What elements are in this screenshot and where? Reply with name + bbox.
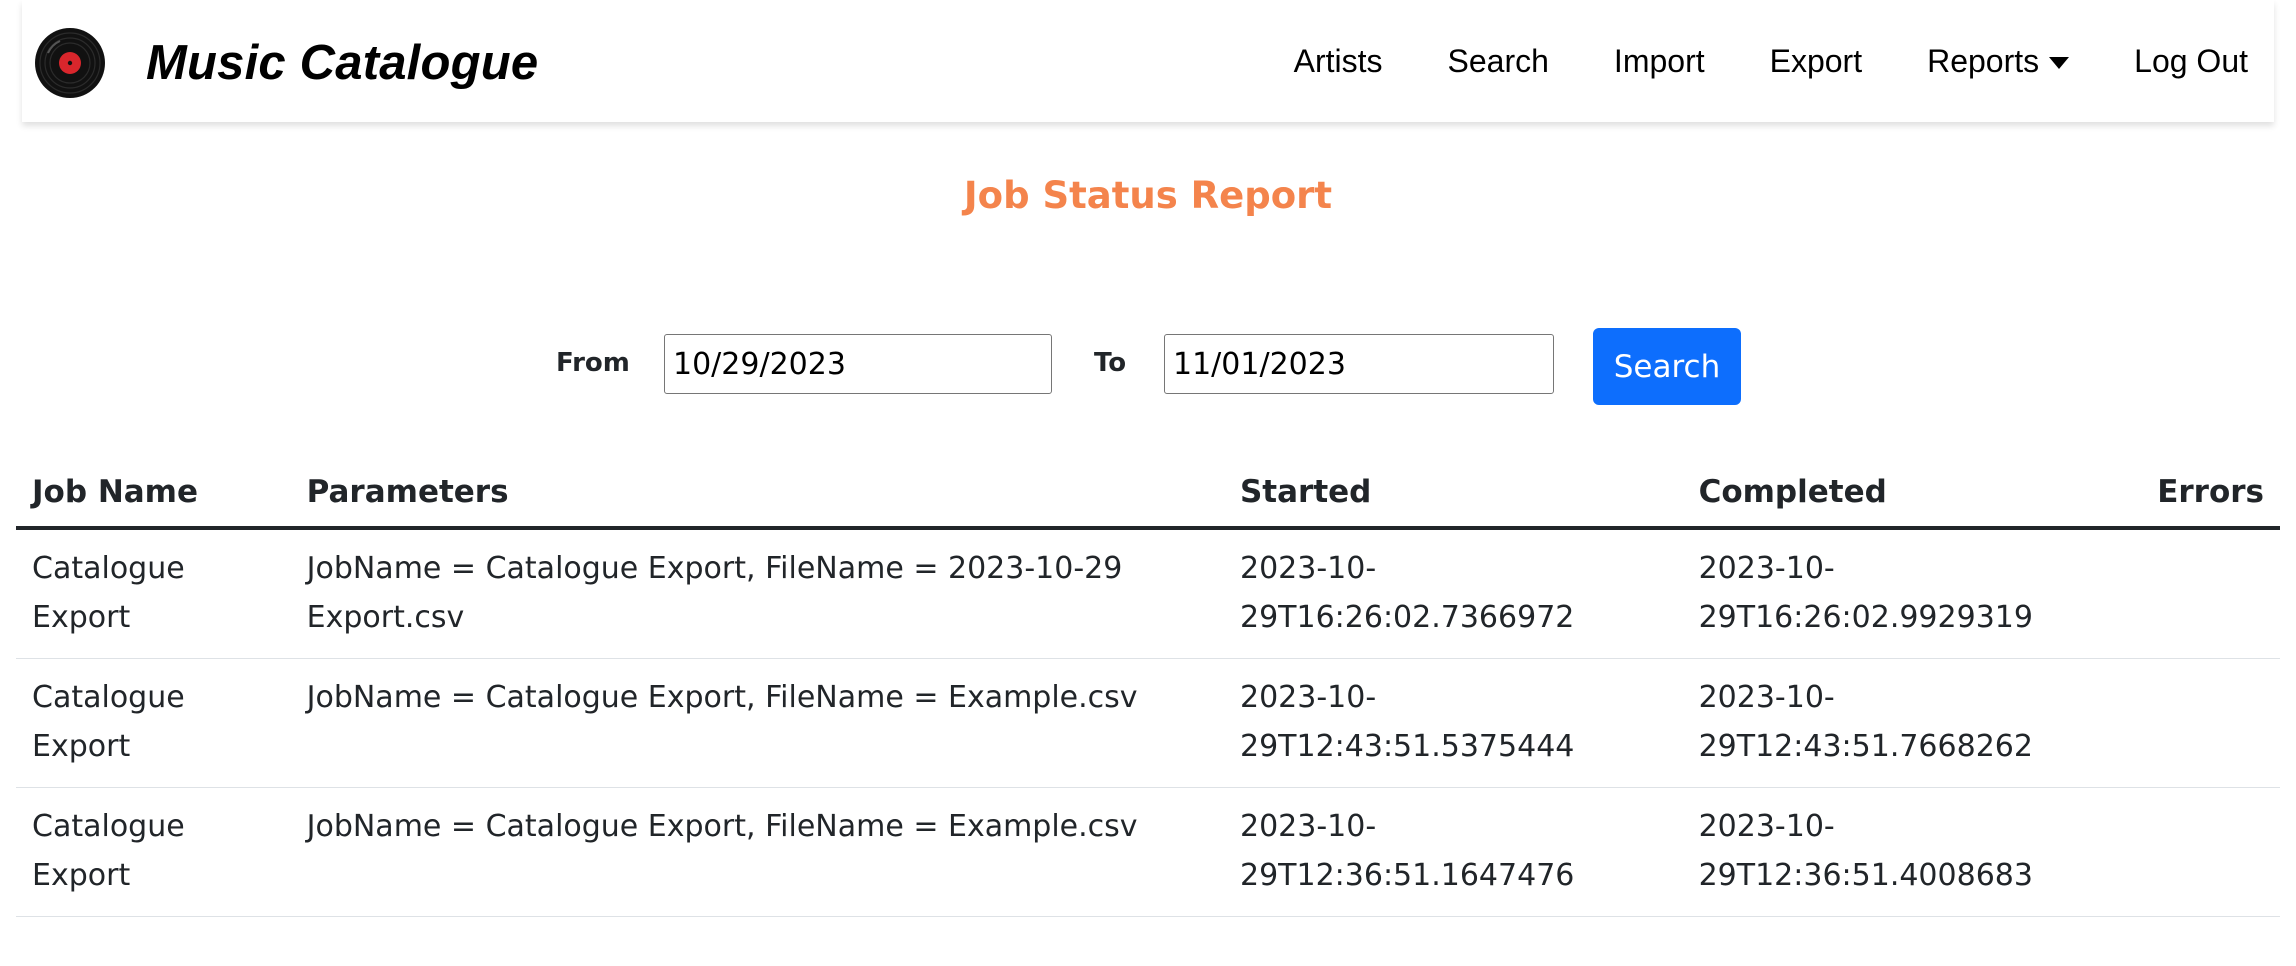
search-button[interactable]: Search	[1593, 328, 1741, 405]
vinyl-record-icon	[35, 28, 105, 98]
nav-artists-link[interactable]: Artists	[1294, 43, 1383, 80]
nav-logout-link[interactable]: Log Out	[2134, 43, 2248, 80]
cell-job-name: Catalogue Export	[16, 528, 291, 659]
from-label: From	[556, 348, 630, 378]
header-row: Job Name Parameters Started Completed Er…	[16, 456, 2280, 530]
header-parameters: Parameters	[290, 456, 1224, 530]
nav-menu: Artists Search Import Export Reports Log…	[1294, 0, 2274, 122]
page-title: Job Status Report	[963, 174, 1333, 217]
caret-down-icon	[2049, 56, 2070, 69]
table-row: Catalogue Export JobName = Catalogue Exp…	[16, 787, 2280, 917]
header-completed: Completed	[1682, 456, 2142, 530]
cell-job-name: Catalogue Export	[16, 658, 291, 788]
app-title: Music Catalogue	[146, 36, 539, 90]
cell-parameters: JobName = Catalogue Export, FileName = E…	[290, 787, 1224, 917]
cell-errors	[2141, 658, 2280, 788]
cell-job-name: Catalogue Export	[16, 787, 291, 917]
table-body: Catalogue Export JobName = Catalogue Exp…	[16, 528, 2280, 917]
nav-export-link[interactable]: Export	[1770, 43, 1862, 80]
cell-completed: 2023-10-29T12:43:51.7668262	[1682, 658, 2142, 788]
cell-parameters: JobName = Catalogue Export, FileName = 2…	[290, 528, 1224, 659]
to-label: To	[1094, 348, 1127, 378]
cell-completed: 2023-10-29T12:36:51.4008683	[1682, 787, 2142, 917]
header-started: Started	[1223, 456, 1683, 530]
from-date-input[interactable]	[664, 334, 1052, 394]
nav-search-link[interactable]: Search	[1448, 43, 1549, 80]
to-date-input[interactable]	[1164, 334, 1554, 394]
cell-parameters: JobName = Catalogue Export, FileName = E…	[290, 658, 1224, 788]
brand-link[interactable]: Music Catalogue	[34, 27, 538, 99]
nav-import-link[interactable]: Import	[1614, 43, 1705, 80]
nav-reports-dropdown[interactable]: Reports	[1927, 42, 2070, 80]
top-navbar: Music Catalogue Artists Search Import Ex…	[22, 0, 2274, 122]
cell-errors	[2141, 787, 2280, 917]
header-job-name: Job Name	[16, 456, 291, 530]
table-header: Job Name Parameters Started Completed Er…	[16, 456, 2280, 530]
nav-reports-label: Reports	[1927, 42, 2040, 79]
cell-started: 2023-10-29T12:43:51.5375444	[1223, 658, 1683, 788]
table-row: Catalogue Export JobName = Catalogue Exp…	[16, 528, 2280, 659]
cell-errors	[2141, 528, 2280, 659]
job-status-table: Job Name Parameters Started Completed Er…	[16, 456, 2280, 917]
table-row: Catalogue Export JobName = Catalogue Exp…	[16, 658, 2280, 788]
header-errors: Errors	[2141, 456, 2280, 530]
cell-started: 2023-10-29T12:36:51.1647476	[1223, 787, 1683, 917]
cell-completed: 2023-10-29T16:26:02.9929319	[1682, 528, 2142, 659]
cell-started: 2023-10-29T16:26:02.7366972	[1223, 528, 1683, 659]
